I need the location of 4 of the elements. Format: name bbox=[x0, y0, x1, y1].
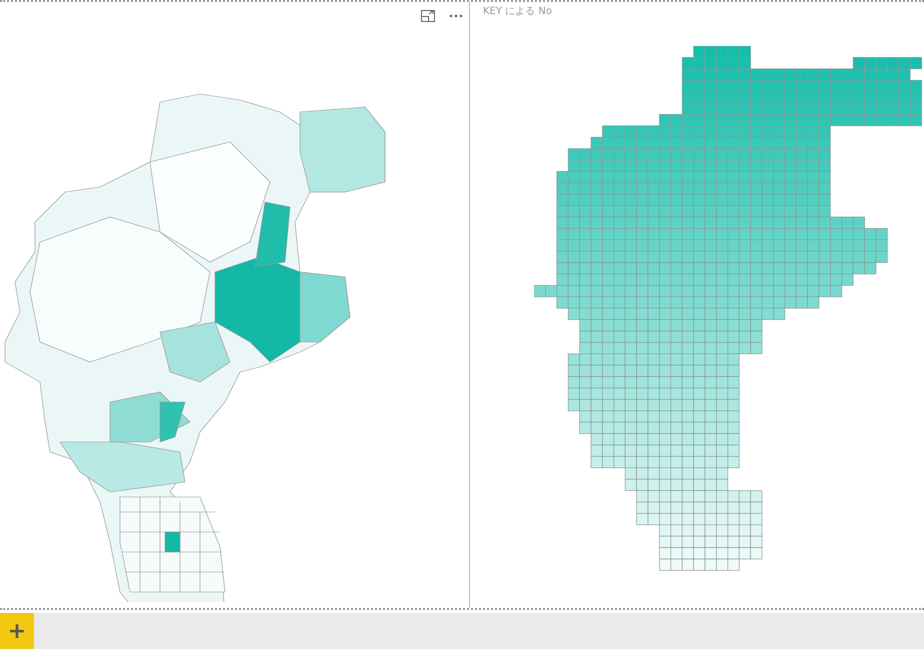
visual-title: KEY による No bbox=[482, 5, 553, 18]
more-options-icon[interactable] bbox=[449, 14, 463, 18]
add-page-button[interactable]: + bbox=[0, 613, 34, 649]
focus-mode-icon[interactable] bbox=[421, 10, 435, 22]
